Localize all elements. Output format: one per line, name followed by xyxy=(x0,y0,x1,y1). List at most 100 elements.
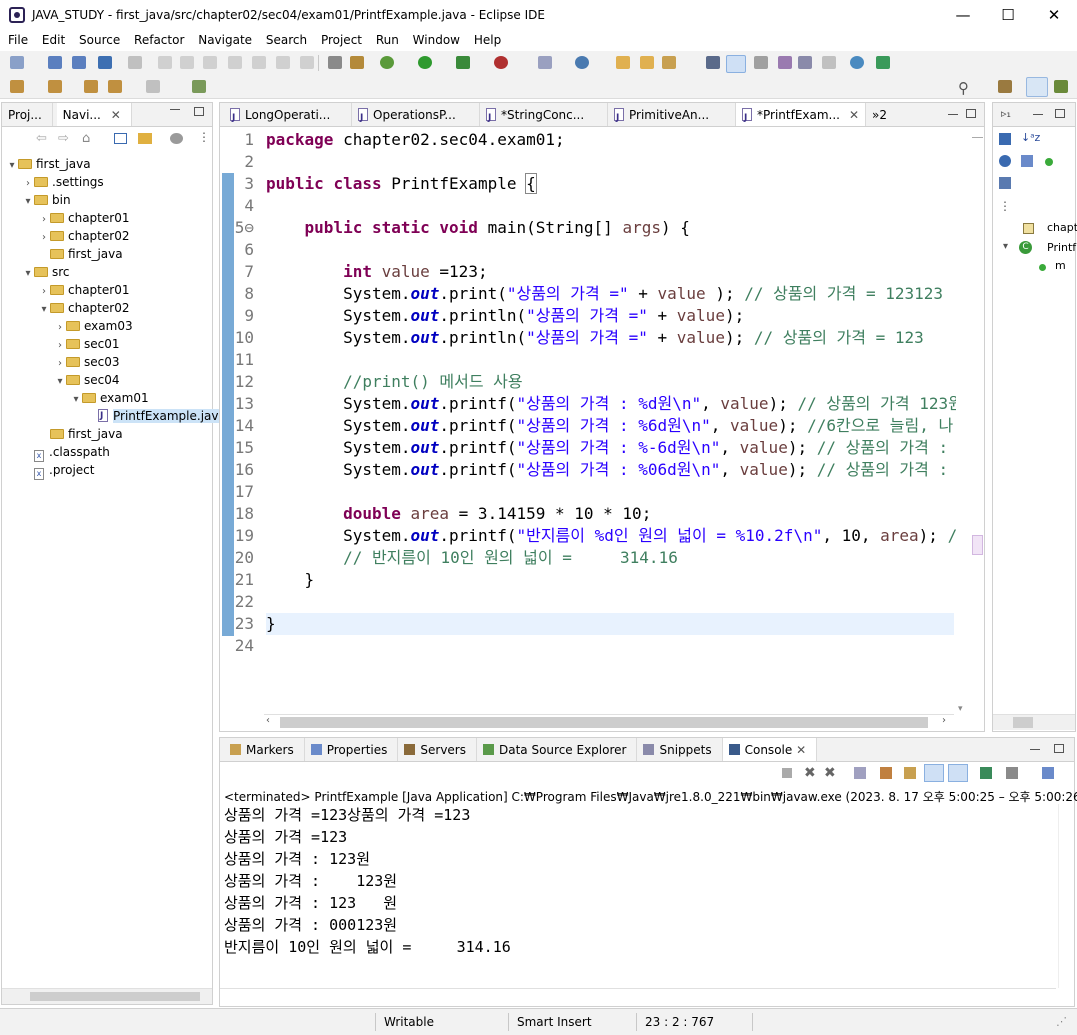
external-tools-icon[interactable] xyxy=(494,56,508,69)
open-perspective-icon[interactable] xyxy=(998,80,1012,93)
console-vscroll[interactable] xyxy=(1058,804,1074,988)
minimize-button[interactable]: — xyxy=(940,0,986,31)
open-task-icon[interactable] xyxy=(640,56,654,69)
last-edit-location-icon[interactable] xyxy=(84,80,98,93)
minimize-console-icon[interactable] xyxy=(1030,749,1040,750)
tree-item[interactable]: x .project xyxy=(2,461,214,480)
step-return-icon[interactable] xyxy=(300,56,314,69)
code-line[interactable]: 2 xyxy=(220,151,955,173)
show-on-stderr-icon[interactable] xyxy=(948,764,968,782)
console-tab[interactable]: Servers xyxy=(398,738,477,761)
menu-file[interactable]: File xyxy=(8,31,28,47)
menu-edit[interactable]: Edit xyxy=(42,31,65,47)
navigator-hscroll[interactable] xyxy=(2,988,212,1004)
resume-icon[interactable] xyxy=(158,56,172,69)
tree-item[interactable]: first_java xyxy=(2,425,214,443)
code-line[interactable]: 24 xyxy=(220,635,955,657)
scroll-left-icon[interactable]: ‹ xyxy=(266,715,270,726)
close-icon[interactable]: ✕ xyxy=(792,743,806,757)
tree-item[interactable]: ▾ exam01 xyxy=(2,389,214,407)
menu-project[interactable]: Project xyxy=(321,31,362,47)
toggle-mark-occurrences-icon[interactable] xyxy=(726,55,746,73)
skip-breakpoints-icon[interactable] xyxy=(128,56,142,69)
code-line[interactable]: 14 System.out.printf("상품의 가격 : %6d원\n", … xyxy=(220,415,955,437)
code-line[interactable]: 17 xyxy=(220,481,955,503)
coverage-icon[interactable] xyxy=(456,56,470,69)
tree-item[interactable]: › chapter02 xyxy=(2,227,214,245)
code-line[interactable]: 5⊖ public static void main(String[] args… xyxy=(220,217,955,239)
word-wrap-icon[interactable] xyxy=(778,56,792,69)
menu-source[interactable]: Source xyxy=(79,31,120,47)
code-line[interactable]: 8 System.out.print("상품의 가격 =" + value );… xyxy=(220,283,955,305)
menu-window[interactable]: Window xyxy=(413,31,460,47)
display-console-icon[interactable] xyxy=(1006,767,1018,779)
drop-to-frame-icon[interactable] xyxy=(328,56,342,69)
tree-item[interactable]: › exam03 xyxy=(2,317,214,335)
code-area[interactable]: 1 package chapter02.sec04.exam01; 2 3 public… xyxy=(220,129,963,657)
code-line[interactable]: 22 xyxy=(220,591,955,613)
editor-vscroll[interactable]: ▾ xyxy=(956,129,970,714)
java-perspective-icon[interactable] xyxy=(1026,77,1048,97)
pin-editor-icon[interactable] xyxy=(192,80,206,93)
resize-grip-icon[interactable]: ⋰ xyxy=(1056,1015,1067,1028)
maximize-editor-icon[interactable] xyxy=(966,109,976,118)
console-tab[interactable]: Properties xyxy=(305,738,399,761)
debug-icon[interactable] xyxy=(380,56,394,69)
outline-method[interactable]: m xyxy=(1055,259,1066,272)
code-line[interactable]: 23} xyxy=(220,613,955,635)
tree-item[interactable]: › chapter01 xyxy=(2,281,214,299)
forward-icon[interactable] xyxy=(146,80,160,93)
word-wrap-console-icon[interactable] xyxy=(904,767,916,779)
code-line[interactable]: 13 System.out.printf("상품의 가격 : %d원\n", v… xyxy=(220,393,963,415)
outline-menu-icon[interactable]: ⋮ xyxy=(999,199,1011,213)
code-line[interactable]: 6 xyxy=(220,239,955,261)
terminal-icon[interactable] xyxy=(98,56,112,69)
code-line[interactable]: 1 package chapter02.sec04.exam01; xyxy=(220,129,955,151)
minimize-view-icon[interactable] xyxy=(170,109,180,110)
tree-item[interactable]: ▾ sec04 xyxy=(2,371,214,389)
back-nav-icon[interactable]: ⇦ xyxy=(36,131,47,146)
status-insert-mode[interactable]: Smart Insert xyxy=(517,1013,592,1031)
code-line[interactable]: 15 System.out.printf("상품의 가격 : %-6d원\n",… xyxy=(220,437,955,459)
editor-tab[interactable]: *StringConc... xyxy=(480,103,608,126)
minimize-editor-icon[interactable] xyxy=(948,114,958,115)
debug-perspective-icon[interactable] xyxy=(1054,80,1068,93)
run-icon[interactable] xyxy=(418,56,432,69)
outline-package[interactable]: chapt xyxy=(1047,221,1077,234)
save-all-icon[interactable] xyxy=(72,56,86,69)
code-line[interactable]: 9 System.out.println("상품의 가격 =" + value)… xyxy=(220,305,955,327)
code-line[interactable]: 21 } xyxy=(220,569,955,591)
code-line[interactable]: 3 public class PrintfExample { xyxy=(220,173,955,195)
maximize-view-icon[interactable] xyxy=(194,107,204,116)
tab-project-explorer[interactable]: Proj... xyxy=(2,103,53,126)
tab-navigator[interactable]: Navi... ✕ xyxy=(56,103,132,126)
scroll-lock-icon[interactable] xyxy=(880,767,892,779)
annotation-icon[interactable] xyxy=(706,56,720,69)
disconnect-icon[interactable] xyxy=(228,56,242,69)
tree-item[interactable]: x .classpath xyxy=(2,443,214,462)
tree-item[interactable]: PrintfExample.java xyxy=(2,407,226,425)
new-java-project-icon[interactable] xyxy=(538,56,552,69)
maximize-button[interactable]: ☐ xyxy=(985,0,1031,31)
hide-nonpublic-icon[interactable] xyxy=(1045,158,1053,166)
console-output[interactable]: 상품의 가격 =123상품의 가격 =123 상품의 가격 =123 상품의 가격 … xyxy=(220,804,1056,958)
outline-hscroll-thumb[interactable] xyxy=(1013,717,1033,728)
view-menu-icon[interactable]: ⋮ xyxy=(198,130,210,144)
pilcrow-icon[interactable] xyxy=(822,56,836,69)
code-line[interactable]: 12 //print() 메서드 사용 xyxy=(220,371,955,393)
outline-class[interactable]: Printf xyxy=(1047,241,1076,254)
console-tab[interactable]: Data Source Explorer xyxy=(477,738,638,761)
tree-item[interactable]: ▾ first_java xyxy=(2,155,214,173)
editor-tab[interactable]: PrimitiveAn... xyxy=(608,103,736,126)
back-icon[interactable] xyxy=(108,80,122,93)
show-on-stdout-icon[interactable] xyxy=(924,764,944,782)
show-whitespace-icon[interactable] xyxy=(798,56,812,69)
close-button[interactable]: ✕ xyxy=(1031,0,1077,31)
open-type-icon[interactable] xyxy=(616,56,630,69)
terminate-icon[interactable] xyxy=(203,56,217,69)
maximize-console-icon[interactable] xyxy=(1054,744,1064,753)
menu-refactor[interactable]: Refactor xyxy=(134,31,184,47)
scroll-down-icon[interactable]: ▾ xyxy=(958,704,963,714)
close-icon[interactable]: ✕ xyxy=(111,108,121,122)
menu-help[interactable]: Help xyxy=(474,31,501,47)
